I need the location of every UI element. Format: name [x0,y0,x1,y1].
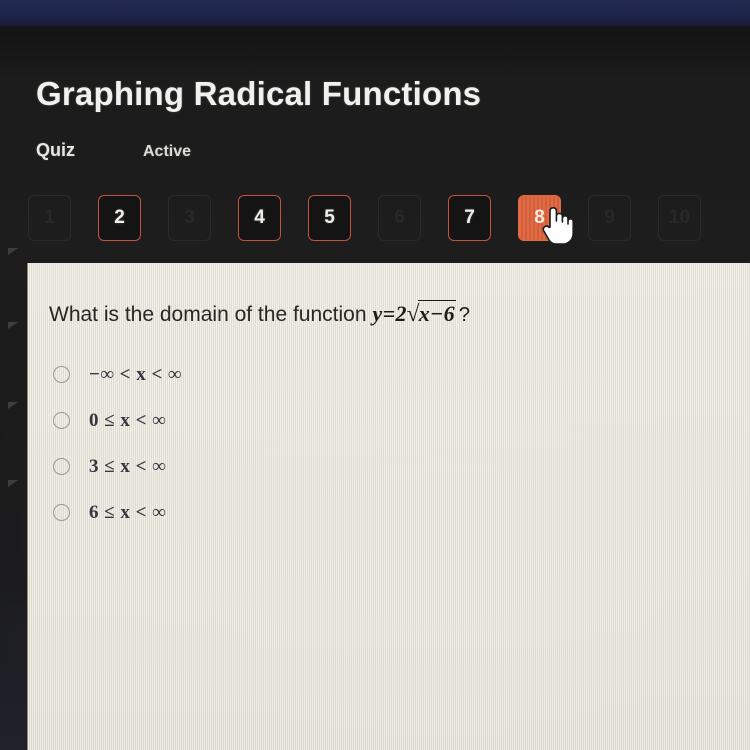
quiz-label: Quiz [36,140,75,160]
pager-item-6[interactable]: 6 [378,195,421,241]
answer-option-2[interactable]: 0 ≤ x < ∞ [53,404,182,437]
pager-item-8-selected[interactable]: 8 [518,195,574,245]
pager-item-2[interactable]: 2 [98,195,141,241]
pager-label: 3 [184,207,195,228]
formula-equals: = [382,301,396,326]
screenshot-root: Graphing Radical Functions Quiz Active 1… [0,0,750,750]
pager-item-7[interactable]: 7 [448,195,491,241]
gutter-marker-icon [8,402,18,409]
answer-option-label: 6 ≤ x < ∞ [89,501,167,523]
left-gutter [0,240,28,750]
pager-label: 6 [394,207,405,228]
pager-item-1[interactable]: 1 [28,195,71,241]
question-pagination[interactable]: 1 2 3 4 5 6 7 8 9 10 [28,195,728,247]
answer-option-3[interactable]: 3 ≤ x < ∞ [53,450,182,483]
gutter-marker-icon [8,322,18,329]
page-title: Graphing Radical Functions [36,75,482,112]
question-prompt: What is the domain of the function y=2√x−… [49,300,471,327]
pager-item-5[interactable]: 5 [308,195,351,241]
answer-option-label: −∞ < x < ∞ [89,363,183,385]
pager-label: 8 [534,207,545,228]
formula-radicand: x−6 [417,300,456,326]
radio-button-icon[interactable] [53,458,70,475]
pager-label: 5 [324,207,335,228]
formula-coefficient: 2 [395,301,407,326]
answer-option-label: 3 ≤ x < ∞ [89,455,167,477]
gutter-marker-icon [8,248,18,255]
radio-button-icon[interactable] [53,504,70,521]
answer-options-list: −∞ < x < ∞ 0 ≤ x < ∞ 3 ≤ x < ∞ 6 ≤ x < ∞ [53,358,182,542]
pager-item-10[interactable]: 10 [658,195,701,241]
pager-item-4[interactable]: 4 [238,195,281,241]
pager-label: 1 [44,207,55,228]
radio-button-icon[interactable] [53,366,70,383]
answer-option-1[interactable]: −∞ < x < ∞ [53,358,182,391]
pager-item-3[interactable]: 3 [168,195,211,241]
formula-question-mark: ? [458,304,471,326]
answer-option-4[interactable]: 6 ≤ x < ∞ [53,496,182,529]
pager-label: 9 [604,207,615,228]
pager-label: 4 [254,207,265,228]
pager-item-9[interactable]: 9 [588,195,631,241]
question-prompt-text: What is the domain of the function [49,303,367,326]
pager-label: 10 [668,207,691,228]
quiz-status-badge: Active [143,143,192,160]
gutter-marker-icon [8,480,18,487]
question-panel: What is the domain of the function y=2√x−… [27,263,750,750]
radio-button-icon[interactable] [53,412,70,429]
pager-label: 7 [464,207,475,228]
question-formula: y=2√x−6? [372,300,471,326]
pager-label: 2 [114,207,125,228]
formula-lhs: y [372,301,383,326]
header-subrow: Quiz Active [36,140,191,161]
answer-option-label: 0 ≤ x < ∞ [89,409,167,431]
